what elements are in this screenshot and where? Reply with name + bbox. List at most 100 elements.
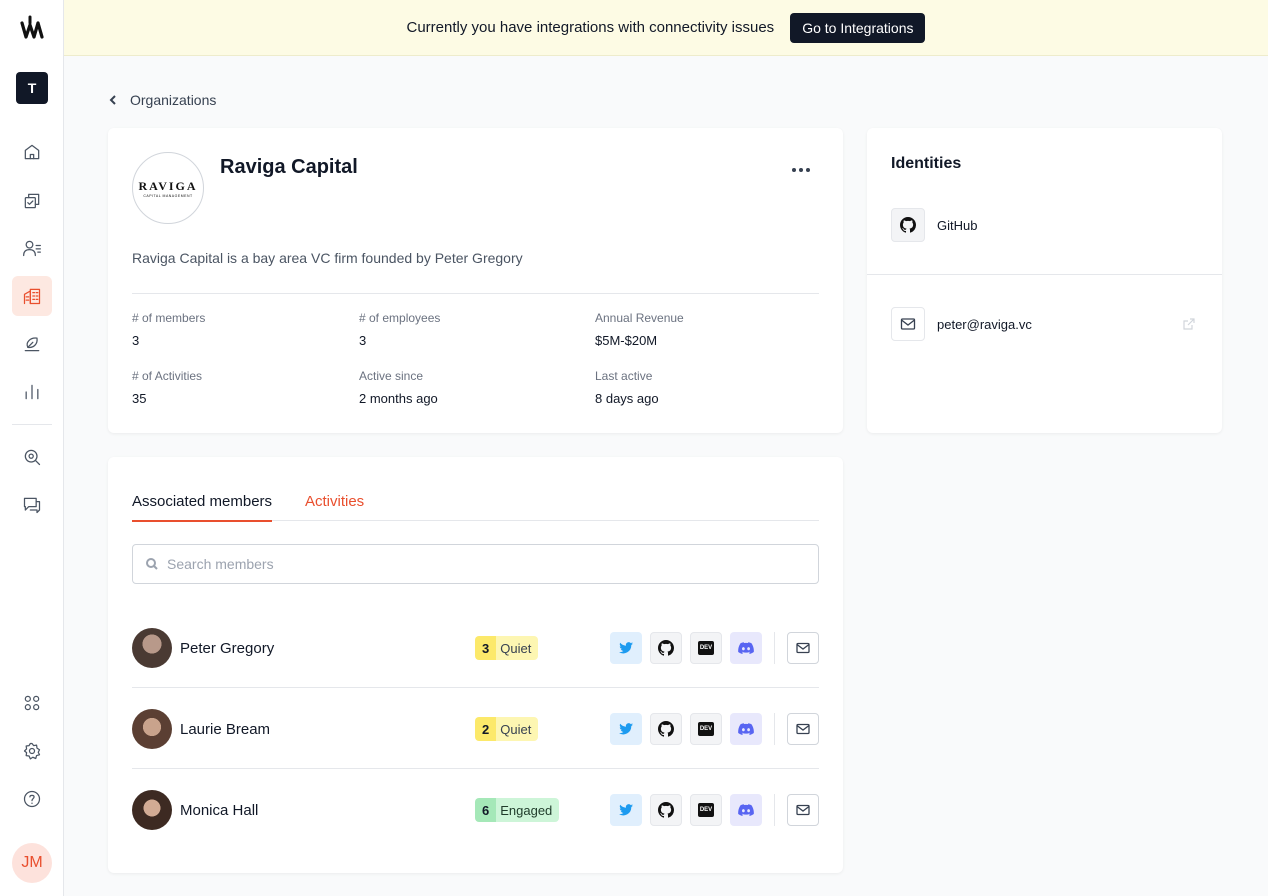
tab-associated-members[interactable]: Associated members: [132, 493, 273, 522]
stat-value: 3: [132, 333, 140, 348]
identity-github[interactable]: GitHub: [891, 208, 977, 242]
divider: [774, 713, 775, 745]
github-icon: [658, 802, 674, 818]
discord-icon: [738, 642, 754, 654]
stat-value: 3: [359, 333, 367, 348]
app-logo-icon[interactable]: [20, 15, 44, 41]
stat-label: # of Activities: [132, 369, 203, 383]
divider: [132, 293, 819, 294]
member-row[interactable]: Peter Gregory 3 Quiet DEV: [132, 607, 819, 688]
member-row[interactable]: Monica Hall 6 Engaged DEV: [132, 769, 819, 850]
divider: [867, 274, 1222, 275]
member-name[interactable]: Peter Gregory: [180, 640, 274, 657]
search-input[interactable]: [167, 556, 767, 572]
mail-icon: [891, 307, 925, 341]
stat-active-since: Active since 2 months ago: [359, 369, 438, 406]
stat-members: # of members 3: [132, 311, 205, 348]
identity-label: GitHub: [937, 217, 978, 233]
nav-integrations[interactable]: [12, 683, 52, 723]
discord-icon: [738, 723, 754, 735]
twitter-link[interactable]: [610, 632, 642, 664]
nav-activities[interactable]: [12, 324, 52, 364]
github-link[interactable]: [650, 632, 682, 664]
email-link[interactable]: [787, 632, 819, 664]
nav-home[interactable]: [12, 132, 52, 172]
breadcrumb-label: Organizations: [130, 92, 217, 108]
nav-settings[interactable]: [12, 731, 52, 771]
github-icon: [658, 640, 674, 656]
divider: [774, 632, 775, 664]
chevron-left-icon: [109, 95, 116, 105]
search-zoom-icon: [24, 449, 41, 466]
nav-eagle-eye[interactable]: [12, 437, 52, 477]
email-link[interactable]: [787, 794, 819, 826]
stat-label: Last active: [595, 369, 653, 383]
devto-link[interactable]: DEV: [690, 713, 722, 745]
email-link[interactable]: [787, 713, 819, 745]
members-card: Associated members Activities Peter Greg…: [108, 457, 843, 873]
twitter-link[interactable]: [610, 794, 642, 826]
home-icon: [24, 144, 40, 160]
dot-icon: [806, 168, 810, 172]
stat-last-active: Last active 8 days ago: [595, 369, 659, 406]
nav-conversations[interactable]: [12, 485, 52, 525]
stat-label: Active since: [359, 369, 424, 383]
discord-link[interactable]: [730, 713, 762, 745]
engagement-status: Quiet: [496, 636, 539, 660]
more-options-button[interactable]: [786, 158, 816, 182]
divider: [774, 794, 775, 826]
activities-icon: [24, 337, 40, 352]
devto-link[interactable]: DEV: [690, 632, 722, 664]
stat-employees: # of employees 3: [359, 311, 440, 348]
organization-card: RAVIGA CAPITAL MANAGEMENT Raviga Capital…: [108, 128, 843, 433]
member-avatar: [132, 709, 172, 749]
github-icon: [658, 721, 674, 737]
banner-message: Currently you have integrations with con…: [406, 19, 775, 36]
apps-icon: [24, 695, 40, 711]
github-link[interactable]: [650, 794, 682, 826]
stat-label: # of members: [132, 311, 206, 325]
search-icon: [146, 558, 158, 570]
search-box: [132, 544, 819, 584]
user-avatar[interactable]: JM: [12, 843, 52, 883]
logo-text: RAVIGA: [138, 178, 198, 193]
gear-icon: [23, 742, 41, 760]
workspace-badge[interactable]: T: [16, 72, 48, 104]
nav-help[interactable]: [12, 779, 52, 819]
nav-organizations[interactable]: [12, 276, 52, 316]
member-name[interactable]: Laurie Bream: [180, 721, 270, 738]
member-name[interactable]: Monica Hall: [180, 802, 258, 819]
devto-icon: DEV: [698, 722, 714, 736]
go-to-integrations-button[interactable]: Go to Integrations: [790, 12, 926, 43]
tasks-icon: [24, 193, 40, 209]
identity-email[interactable]: peter@raviga.vc: [891, 307, 1032, 341]
identities-card: Identities GitHub peter@raviga.vc: [867, 128, 1222, 433]
external-link-icon[interactable]: [1183, 318, 1195, 330]
nav-tasks[interactable]: [12, 181, 52, 221]
devto-link[interactable]: DEV: [690, 794, 722, 826]
nav-reports[interactable]: [12, 372, 52, 412]
stat-label: # of employees: [359, 311, 441, 325]
engagement-badge: 2 Quiet: [475, 717, 539, 741]
organization-logo: RAVIGA CAPITAL MANAGEMENT: [132, 152, 204, 224]
twitter-icon: [619, 804, 633, 816]
mail-icon: [796, 723, 810, 735]
chat-icon: [23, 497, 41, 514]
member-row[interactable]: Laurie Bream 2 Quiet DEV: [132, 688, 819, 769]
nav-members[interactable]: [12, 228, 52, 268]
engagement-score: 6: [475, 798, 497, 822]
stat-value: 8 days ago: [595, 391, 659, 406]
discord-link[interactable]: [730, 632, 762, 664]
twitter-link[interactable]: [610, 713, 642, 745]
members-icon: [23, 240, 41, 257]
organization-name: Raviga Capital: [220, 156, 358, 178]
tabs: Associated members Activities: [132, 489, 819, 522]
engagement-score: 3: [475, 636, 497, 660]
discord-link[interactable]: [730, 794, 762, 826]
twitter-icon: [619, 642, 633, 654]
tab-activities[interactable]: Activities: [305, 493, 364, 520]
connectivity-banner: Currently you have integrations with con…: [64, 0, 1268, 56]
github-link[interactable]: [650, 713, 682, 745]
breadcrumb[interactable]: Organizations: [108, 90, 216, 110]
engagement-status: Quiet: [496, 717, 539, 741]
